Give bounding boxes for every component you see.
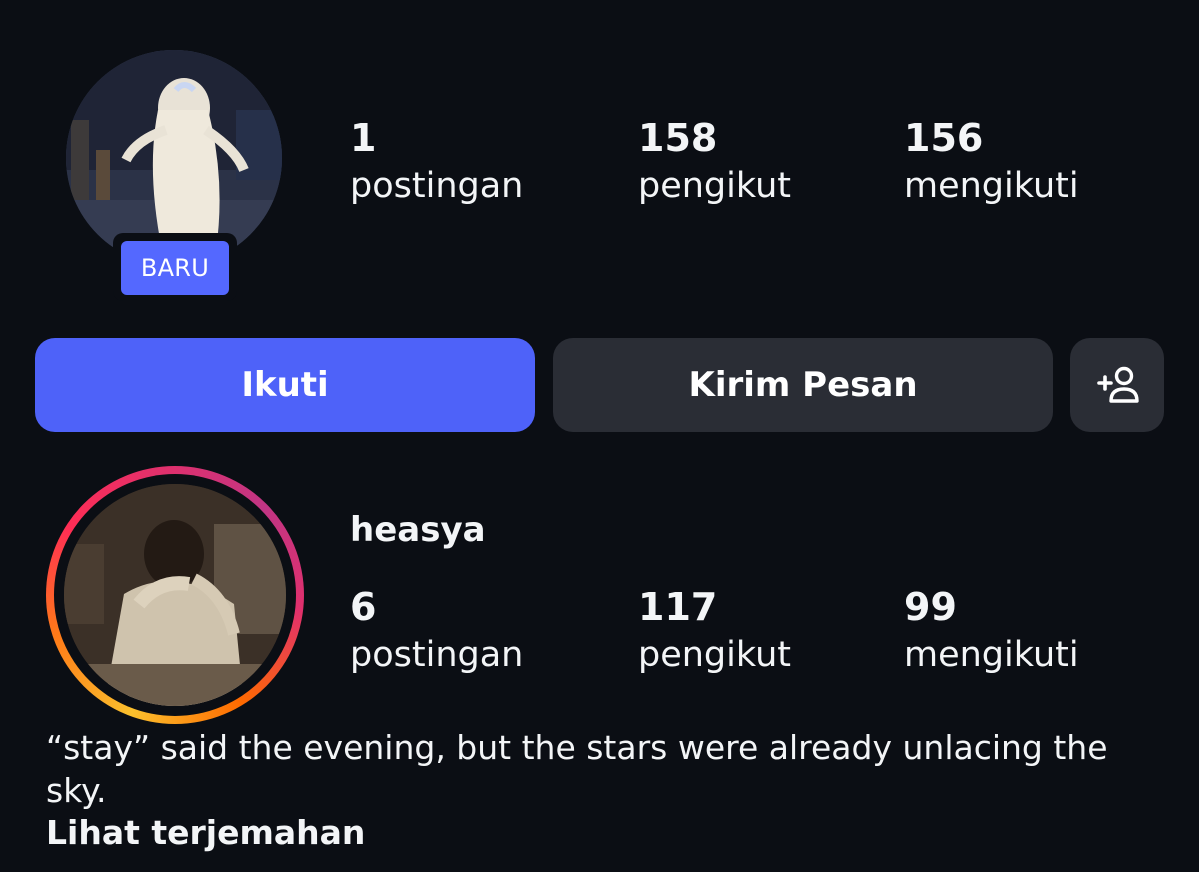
add-user-icon	[1097, 366, 1139, 403]
followers-label: pengikut	[638, 635, 791, 675]
story-ring-gap	[54, 474, 296, 716]
posts-count: 6	[350, 585, 377, 629]
followers-count: 158	[638, 116, 718, 160]
new-badge: BARU	[121, 241, 229, 295]
posts-label: postingan	[350, 635, 524, 675]
following-count: 99	[904, 585, 957, 629]
followers-count: 117	[638, 585, 718, 629]
see-translation-link[interactable]: Lihat terjemahan	[46, 812, 365, 855]
stat-following[interactable]: 156 mengikuti	[904, 119, 1079, 204]
following-label: mengikuti	[904, 166, 1079, 206]
following-label: mengikuti	[904, 635, 1079, 675]
suggest-user-button[interactable]	[1070, 338, 1164, 432]
bio-text: “stay” said the evening, but the stars w…	[46, 728, 1108, 810]
followers-label: pengikut	[638, 166, 791, 206]
username[interactable]: heasya	[350, 511, 486, 549]
message-button[interactable]: Kirim Pesan	[553, 338, 1053, 432]
follow-button[interactable]: Ikuti	[35, 338, 535, 432]
stat-following-second[interactable]: 99 mengikuti	[904, 588, 1079, 673]
following-count: 156	[904, 116, 984, 160]
story-ring[interactable]	[46, 466, 304, 724]
stat-posts-second[interactable]: 6 postingan	[350, 588, 523, 673]
stat-followers-second[interactable]: 117 pengikut	[638, 588, 791, 673]
profile-preview: BARU 1 postingan 158 pengikut 156 mengik…	[0, 0, 1199, 872]
posts-label: postingan	[350, 166, 524, 206]
stat-followers[interactable]: 158 pengikut	[638, 119, 791, 204]
avatar-image	[64, 484, 286, 706]
account-avatar	[64, 484, 286, 706]
stat-posts[interactable]: 1 postingan	[350, 119, 523, 204]
posts-count: 1	[350, 116, 377, 160]
new-badge-container: BARU	[113, 233, 237, 301]
